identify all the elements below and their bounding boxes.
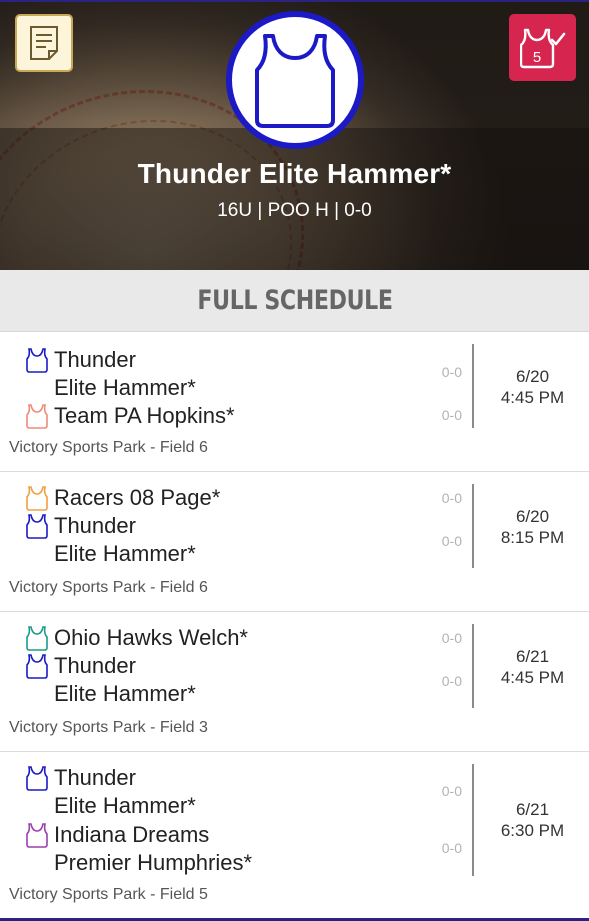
game-card[interactable]: Ohio Hawks Welch* Thunder Elite Hammer* … xyxy=(0,612,589,752)
jersey-icon xyxy=(26,766,48,791)
score: 0-0 xyxy=(441,630,462,646)
score: 0-0 xyxy=(441,364,462,380)
game-team: Thunder Elite Hammer* xyxy=(26,652,196,708)
team-header: 5 Thunder Elite Hammer* 16U | POO H | 0-… xyxy=(0,2,589,270)
notes-button[interactable] xyxy=(15,14,73,72)
team-name-line: Indiana Dreams xyxy=(54,822,210,847)
game-card[interactable]: Thunder Elite Hammer* Indiana Dreams Pre… xyxy=(0,752,589,918)
section-title: FULL SCHEDULE xyxy=(0,270,589,332)
game-datetime: 6/20 8:15 PM xyxy=(476,506,589,548)
checkin-button[interactable]: 5 xyxy=(509,14,576,81)
team-logo xyxy=(226,11,364,149)
game-card[interactable]: Thunder Elite Hammer* Team PA Hopkins* 0… xyxy=(0,332,589,472)
score: 0-0 xyxy=(441,783,462,799)
game-time: 6:30 PM xyxy=(500,821,565,840)
team-name-line: Thunder xyxy=(54,513,136,538)
game-date: 6/21 xyxy=(515,800,550,819)
team-name-line: Elite Hammer* xyxy=(54,793,196,818)
jersey-icon xyxy=(26,654,48,679)
team-name-line: Thunder xyxy=(54,765,136,790)
jersey-check-icon: 5 xyxy=(519,28,565,68)
team-name-line: Ohio Hawks Welch* xyxy=(54,625,248,650)
team-name-line: Thunder xyxy=(54,347,136,372)
team-meta: 16U | POO H | 0-0 xyxy=(217,200,372,221)
score: 0-0 xyxy=(441,533,462,549)
team-name-line: Premier Humphries* xyxy=(54,850,253,875)
team-name-line: Elite Hammer* xyxy=(54,375,196,400)
game-time: 4:45 PM xyxy=(500,668,565,687)
team-name-line: Thunder xyxy=(54,653,136,678)
game-datetime: 6/21 4:45 PM xyxy=(476,646,589,688)
section-title-text: FULL SCHEDULE xyxy=(196,285,393,316)
team-name-line: Racers 08 Page* xyxy=(54,485,221,510)
team-name: Thunder Elite Hammer* xyxy=(137,158,452,189)
game-team: Thunder Elite Hammer* xyxy=(26,346,196,402)
game-venue: Victory Sports Park - Field 3 xyxy=(9,719,208,736)
game-date: 6/21 xyxy=(515,647,550,666)
game-venue: Victory Sports Park - Field 6 xyxy=(9,579,208,596)
score: 0-0 xyxy=(441,673,462,689)
divider xyxy=(472,624,474,708)
game-team: Racers 08 Page* xyxy=(26,484,220,512)
game-team: Ohio Hawks Welch* xyxy=(26,624,248,652)
team-name-line: Team PA Hopkins* xyxy=(54,403,235,428)
team-name-line: Elite Hammer* xyxy=(54,541,196,566)
game-date: 6/20 xyxy=(515,507,550,526)
jersey-icon xyxy=(26,486,48,511)
game-date: 6/20 xyxy=(515,367,550,386)
jersey-icon xyxy=(26,626,48,651)
game-card[interactable]: Racers 08 Page* Thunder Elite Hammer* 0-… xyxy=(0,472,589,612)
game-team: Indiana Dreams Premier Humphries* xyxy=(26,821,252,877)
game-team: Thunder Elite Hammer* xyxy=(26,512,196,568)
game-team: Thunder Elite Hammer* xyxy=(26,764,196,820)
game-datetime: 6/20 4:45 PM xyxy=(476,366,589,408)
game-time: 4:45 PM xyxy=(500,388,565,407)
divider xyxy=(472,344,474,428)
game-venue: Victory Sports Park - Field 5 xyxy=(9,886,208,903)
game-datetime: 6/21 6:30 PM xyxy=(476,799,589,841)
jersey-icon xyxy=(26,823,48,848)
jersey-icon xyxy=(26,404,48,429)
divider xyxy=(472,764,474,876)
score: 0-0 xyxy=(441,407,462,423)
svg-text:5: 5 xyxy=(532,49,540,66)
divider xyxy=(472,484,474,568)
document-icon xyxy=(30,26,58,60)
jersey-icon xyxy=(255,34,335,128)
jersey-icon xyxy=(26,514,48,539)
game-time: 8:15 PM xyxy=(500,528,565,547)
game-team: Team PA Hopkins* xyxy=(26,402,235,430)
jersey-icon xyxy=(26,348,48,373)
score: 0-0 xyxy=(441,490,462,506)
game-venue: Victory Sports Park - Field 6 xyxy=(9,439,208,456)
team-name-line: Elite Hammer* xyxy=(54,681,196,706)
score: 0-0 xyxy=(441,840,462,856)
